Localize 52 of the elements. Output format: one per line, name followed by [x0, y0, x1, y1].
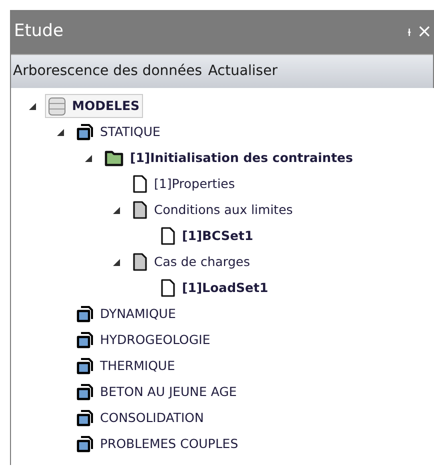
panel-title: Etude	[14, 20, 64, 44]
toolbar-button[interactable]: Actualiser	[208, 61, 278, 82]
tree-item[interactable]: [1]LoadSet1	[157, 276, 272, 300]
folder-icon	[76, 435, 94, 453]
folder-icon	[76, 357, 94, 375]
item-label: [1]BCSet1	[182, 226, 254, 245]
tree-item[interactable]: THERMIQUE	[73, 354, 178, 378]
item-label: CONSOLIDATION	[100, 408, 204, 427]
tree-item[interactable]: [1]Properties	[129, 172, 238, 196]
pin-button[interactable]: ᵼ	[408, 25, 411, 39]
item-label: MODELES	[72, 96, 140, 115]
tree-item[interactable]: Conditions aux limites	[129, 198, 296, 222]
tree-item[interactable]: [1]Initialisation des contraintes	[101, 146, 356, 170]
expand-arrow-icon[interactable]	[85, 154, 92, 162]
tree-item[interactable]: HYDROGEOLOGIE	[73, 328, 214, 352]
tree-item[interactable]: Cas de charges	[129, 250, 253, 274]
item-label: Conditions aux limites	[154, 200, 293, 219]
tree-item[interactable]: CONSOLIDATION	[73, 406, 207, 430]
item-label: STATIQUE	[100, 122, 160, 141]
item-label: DYNAMIQUE	[100, 304, 176, 323]
document-icon	[160, 227, 176, 245]
expand-arrow-icon[interactable]	[113, 258, 120, 266]
tree-item[interactable]: MODELES	[45, 94, 142, 118]
database-icon	[48, 96, 66, 116]
tree-item[interactable]: BETON AU JEUNE AGE	[73, 380, 240, 404]
folder-icon	[76, 383, 94, 401]
item-label: HYDROGEOLOGIE	[100, 330, 210, 349]
tree-item[interactable]: DYNAMIQUE	[73, 302, 179, 326]
item-label: [1]Properties	[154, 174, 235, 193]
document-icon	[160, 279, 176, 297]
document-icon	[132, 201, 148, 219]
item-label: BETON AU JEUNE AGE	[100, 382, 237, 401]
document-icon	[132, 253, 148, 271]
expand-arrow-icon[interactable]	[29, 102, 36, 110]
expand-arrow-icon[interactable]	[57, 128, 64, 136]
folder-icon	[76, 409, 94, 427]
toolbar-button[interactable]: Arborescence des données	[13, 61, 202, 82]
folder-icon	[104, 149, 124, 167]
item-label: [1]LoadSet1	[182, 278, 268, 297]
expand-arrow-icon[interactable]	[113, 206, 120, 214]
tree-item[interactable]: PROBLEMES COUPLES	[73, 432, 242, 456]
document-icon	[132, 175, 148, 193]
item-label: [1]Initialisation des contraintes	[130, 148, 353, 167]
folder-icon	[76, 305, 94, 323]
item-label: THERMIQUE	[100, 356, 175, 375]
tree-item[interactable]: STATIQUE	[73, 120, 164, 144]
folder-icon	[76, 331, 94, 349]
folder-icon	[76, 123, 94, 141]
item-label: Cas de charges	[154, 252, 250, 271]
tree-item[interactable]: [1]BCSet1	[157, 224, 256, 248]
close-button[interactable]: ×	[416, 23, 432, 41]
item-label: PROBLEMES COUPLES	[100, 434, 238, 453]
